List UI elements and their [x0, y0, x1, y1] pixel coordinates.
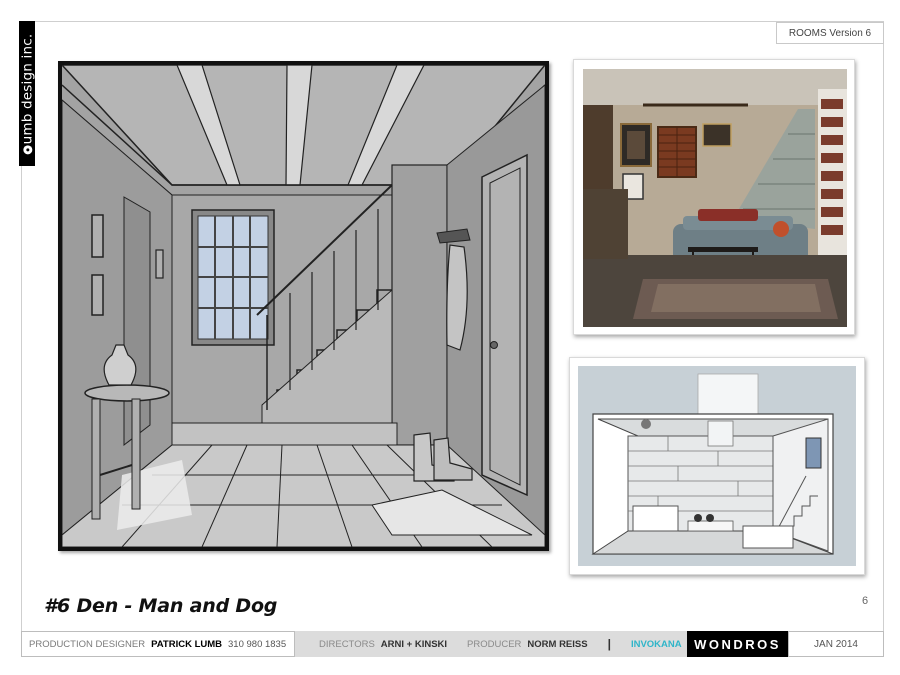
- credits-footer: PRODUCTION DESIGNER PATRICK LUMB 310 980…: [21, 631, 884, 657]
- directors-label: DIRECTORS: [319, 638, 375, 650]
- agency-logo: WONDROS: [687, 631, 788, 657]
- separator: |: [607, 637, 611, 651]
- version-label: ROOMS Version 6: [776, 22, 884, 44]
- phone-number: 310 980 1835: [228, 638, 287, 650]
- directors-name: ARNI + KINSKI: [380, 638, 448, 650]
- date-label: JAN 2014: [788, 631, 884, 657]
- set-model-render: [569, 357, 865, 575]
- production-designer-name: PATRICK LUMB: [151, 638, 223, 650]
- production-designer-label: PRODUCTION DESIGNER: [29, 638, 146, 650]
- page-number: 6: [862, 595, 869, 607]
- logo-text: umb design inc.: [19, 33, 36, 144]
- den-sketch-illustration: [58, 61, 549, 551]
- producer-name: NORM REISS: [527, 638, 588, 650]
- producer-label: PRODUCER: [467, 638, 522, 650]
- production-designer-credit: PRODUCTION DESIGNER PATRICK LUMB 310 980…: [21, 631, 295, 657]
- reference-photo: [573, 59, 855, 335]
- client-name: INVOKANA: [630, 638, 682, 650]
- crew-credits: DIRECTORS ARNI + KINSKI PRODUCER NORM RE…: [295, 631, 687, 657]
- scene-title: #6 Den - Man and Dog: [44, 595, 278, 617]
- logo-mark-icon: [22, 144, 32, 154]
- company-logo: umb design inc.: [19, 21, 35, 166]
